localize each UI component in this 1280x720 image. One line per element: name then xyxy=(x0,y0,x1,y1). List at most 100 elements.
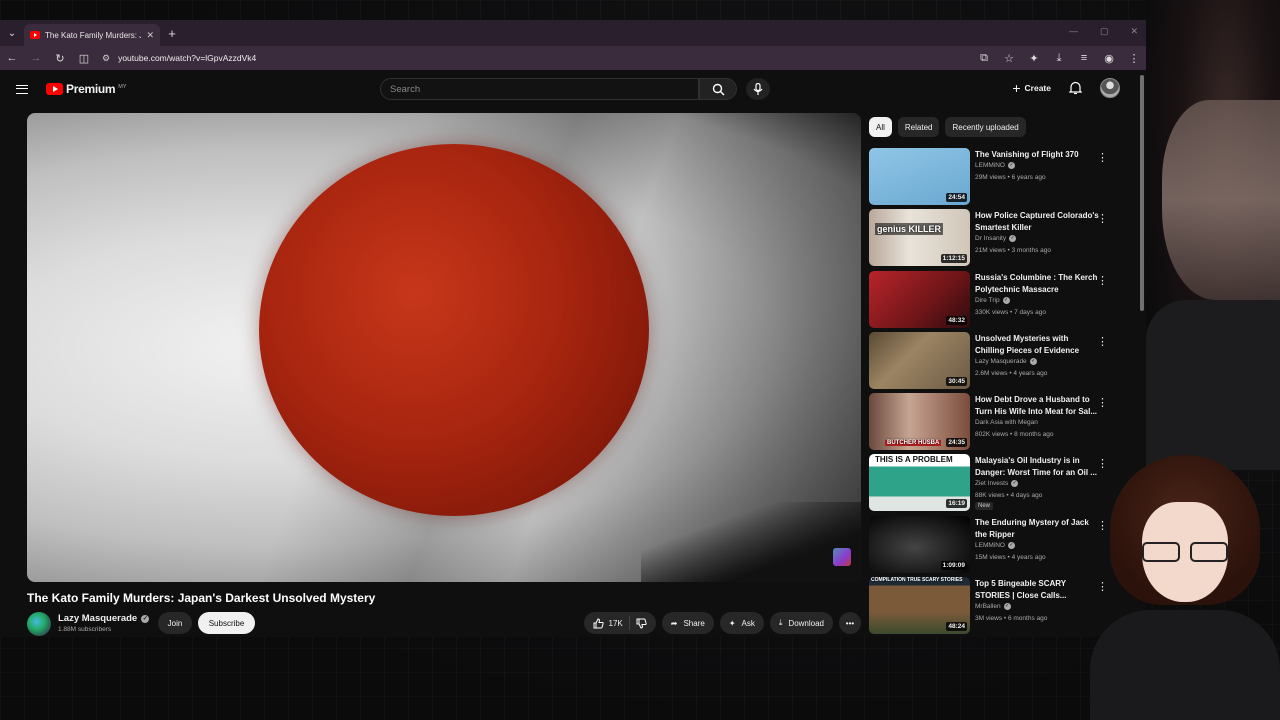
more-options-icon[interactable]: ⋮ xyxy=(1097,274,1108,287)
notifications-bell-icon[interactable] xyxy=(1069,81,1082,95)
profile-icon[interactable]: ◉ xyxy=(1103,52,1115,65)
create-button[interactable]: + Create xyxy=(1012,81,1051,95)
chip-all[interactable]: All xyxy=(869,117,892,137)
recommendation-channel-name[interactable]: Dark Asia with Megan xyxy=(975,419,1038,426)
recommendation-channel[interactable]: LEMMiNO ✓ xyxy=(975,162,1015,169)
channel-name-text[interactable]: Lazy Masquerade xyxy=(58,613,137,624)
forward-icon[interactable]: → xyxy=(30,52,42,64)
video-thumbnail[interactable]: 30:45 xyxy=(869,331,970,389)
account-avatar[interactable] xyxy=(1100,78,1120,98)
recommendation-item[interactable]: genius KILLER 1:12:15 How Police Capture… xyxy=(869,209,1119,270)
maximize-icon[interactable]: ▢ xyxy=(1100,26,1109,37)
video-duration: 1:09:09 xyxy=(940,560,967,570)
browser-menu-icon[interactable]: ⋮ xyxy=(1128,52,1140,65)
voice-search-button[interactable] xyxy=(746,78,770,100)
search-button[interactable] xyxy=(699,78,737,100)
video-thumbnail[interactable]: 24:54 xyxy=(869,148,970,205)
search-input[interactable]: Search xyxy=(380,78,699,100)
more-options-icon[interactable]: ⋮ xyxy=(1097,151,1108,164)
split-view-icon[interactable]: ◫ xyxy=(78,52,90,65)
extensions-icon[interactable]: ✦ xyxy=(1028,52,1040,65)
recommendation-channel[interactable]: Dire Trip ✓ xyxy=(975,296,1010,304)
recommendation-title[interactable]: Malaysia's Oil Industry is in Danger: Wo… xyxy=(975,455,1099,479)
browser-tab[interactable]: The Kato Family Murders: Japan' ✕ xyxy=(24,24,160,46)
downloads-icon[interactable]: ⤓ xyxy=(1053,52,1065,65)
video-player[interactable] xyxy=(27,113,861,582)
video-thumbnail[interactable]: THIS IS A PROBLEM 16:19 xyxy=(869,454,970,512)
recommendation-item[interactable]: THIS IS A PROBLEM 16:19 Malaysia's Oil I… xyxy=(869,454,1119,515)
install-app-icon[interactable]: ⧉ xyxy=(978,52,990,65)
like-button[interactable]: 17K xyxy=(593,617,623,629)
thumbs-down-icon[interactable] xyxy=(636,618,647,629)
bookmark-star-icon[interactable]: ☆ xyxy=(1003,52,1015,65)
recommendation-item[interactable]: 24:54 The Vanishing of Flight 370 LEMMiN… xyxy=(869,148,1119,209)
recommendation-channel[interactable]: LEMMiNO ✓ xyxy=(975,541,1015,549)
page-scrollbar[interactable] xyxy=(1140,75,1144,311)
more-options-icon[interactable]: ⋮ xyxy=(1097,212,1108,225)
recommendation-meta: 21M views • 3 months ago xyxy=(975,247,1051,255)
video-duration: 1:12:15 xyxy=(940,254,967,264)
recommendation-channel-name[interactable]: LEMMiNO xyxy=(975,162,1005,169)
video-thumbnail[interactable]: 1:09:09 xyxy=(869,515,970,573)
join-button[interactable]: Join xyxy=(158,612,192,634)
tab-close-icon[interactable]: ✕ xyxy=(146,30,154,41)
video-thumbnail[interactable]: genius KILLER 1:12:15 xyxy=(869,209,970,267)
more-options-icon[interactable]: ⋮ xyxy=(1097,396,1108,409)
more-actions-button[interactable]: ••• xyxy=(839,612,861,634)
verified-icon: ✓ xyxy=(1009,235,1017,243)
recommendations-list: 24:54 The Vanishing of Flight 370 LEMMiN… xyxy=(869,148,1119,637)
more-options-icon[interactable]: ⋮ xyxy=(1097,335,1108,348)
recommendation-item[interactable]: 1:09:09 The Enduring Mystery of Jack the… xyxy=(869,515,1119,577)
recommendation-item[interactable]: BUTCHER HUSBA 24:35 How Debt Drove a Hus… xyxy=(869,393,1119,454)
ask-button[interactable]: ✦ Ask xyxy=(719,612,764,634)
recommendation-title[interactable]: Unsolved Mysteries with Chilling Pieces … xyxy=(975,333,1099,357)
recommendation-channel-name[interactable]: LEMMiNO xyxy=(975,542,1005,549)
channel-watermark-icon[interactable] xyxy=(833,548,851,566)
youtube-logo[interactable]: Premium MY xyxy=(46,82,127,96)
site-info-icon[interactable]: ⚙ xyxy=(102,53,110,64)
recommendation-channel[interactable]: MrBallen ✓ xyxy=(975,603,1011,611)
recommendation-item[interactable]: COMPILATION TRUE SCARY STORIES 48:24 Top… xyxy=(869,577,1119,637)
recommendation-title[interactable]: The Vanishing of Flight 370 xyxy=(975,149,1099,161)
recommendation-title[interactable]: How Police Captured Colorado's Smartest … xyxy=(975,210,1099,234)
recommendation-channel-name[interactable]: Dr Insanity xyxy=(975,235,1006,242)
video-thumbnail[interactable]: 48:32 xyxy=(869,270,970,328)
recommendation-channel[interactable]: Dark Asia with Megan xyxy=(975,419,1038,426)
video-thumbnail[interactable]: BUTCHER HUSBA 24:35 xyxy=(869,393,970,451)
recommendation-channel[interactable]: Lazy Masquerade ✓ xyxy=(975,357,1037,365)
verified-icon: ✓ xyxy=(1002,296,1010,304)
chip-recently-uploaded[interactable]: Recently uploaded xyxy=(945,117,1026,137)
recommendation-channel-name[interactable]: Ziet Invests xyxy=(975,480,1008,487)
reload-icon[interactable]: ↻ xyxy=(54,52,66,65)
recommendation-title[interactable]: The Enduring Mystery of Jack the Ripper xyxy=(975,517,1099,541)
subscribe-button[interactable]: Subscribe xyxy=(198,612,255,634)
address-bar[interactable]: ⚙ youtube.com/watch?v=lGpvAzzdVk4 xyxy=(102,53,256,64)
recommendation-channel-name[interactable]: Lazy Masquerade xyxy=(975,358,1027,365)
new-tab-icon[interactable]: + xyxy=(160,26,184,41)
share-button[interactable]: ➦ Share xyxy=(661,612,714,634)
url-text[interactable]: youtube.com/watch?v=lGpvAzzdVk4 xyxy=(118,53,256,63)
chip-related[interactable]: Related xyxy=(897,117,940,137)
recommendation-title[interactable]: How Debt Drove a Husband to Turn His Wif… xyxy=(975,394,1099,418)
thumbnail-text: BUTCHER HUSBA xyxy=(885,440,942,447)
menu-icon[interactable] xyxy=(16,84,28,94)
tab-search-icon[interactable]: ⌄ xyxy=(0,20,24,46)
channel-name[interactable]: Lazy Masquerade ✓ xyxy=(58,613,150,624)
recommendation-title[interactable]: Top 5 Bingeable SCARY STORIES | Close Ca… xyxy=(975,578,1099,602)
video-frame-flag-circle xyxy=(259,144,649,516)
channel-avatar[interactable] xyxy=(27,612,51,636)
minimize-icon[interactable]: — xyxy=(1069,26,1078,37)
download-button[interactable]: ⤓ Download xyxy=(769,612,833,634)
browser-window: ⌄ The Kato Family Murders: Japan' ✕ + — … xyxy=(0,20,1146,637)
close-window-icon[interactable]: ✕ xyxy=(1130,26,1138,37)
video-thumbnail[interactable]: COMPILATION TRUE SCARY STORIES 48:24 xyxy=(869,577,970,635)
reading-list-icon[interactable]: ≡ xyxy=(1078,52,1090,64)
recommendation-channel[interactable]: Dr Insanity ✓ xyxy=(975,235,1017,243)
back-icon[interactable]: ← xyxy=(6,52,18,64)
recommendation-title[interactable]: Russia's Columbine : The Kerch Polytechn… xyxy=(975,272,1099,296)
recommendation-channel[interactable]: Ziet Invests ✓ xyxy=(975,480,1019,488)
recommendation-item[interactable]: 48:32 Russia's Columbine : The Kerch Pol… xyxy=(869,270,1119,332)
recommendation-channel-name[interactable]: MrBallen xyxy=(975,603,1001,610)
recommendation-item[interactable]: 30:45 Unsolved Mysteries with Chilling P… xyxy=(869,331,1119,393)
recommendation-channel-name[interactable]: Dire Trip xyxy=(975,297,1000,304)
